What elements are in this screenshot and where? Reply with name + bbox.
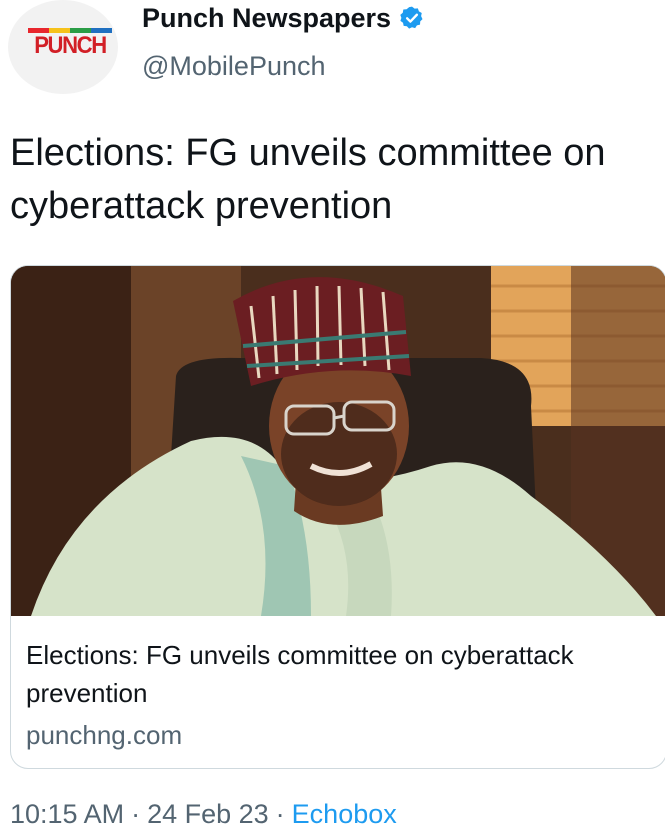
author-name-row[interactable]: Punch Newspapers — [142, 2, 425, 34]
link-card[interactable]: Elections: FG unveils committee on cyber… — [10, 265, 665, 769]
article-photo — [11, 266, 665, 616]
display-name[interactable]: Punch Newspapers — [142, 2, 391, 34]
tweet-time[interactable]: 10:15 AM — [10, 796, 124, 832]
card-title[interactable]: Elections: FG unveils committee on cyber… — [26, 636, 665, 712]
meta-separator: · — [131, 799, 141, 829]
avatar[interactable]: PUNCH — [8, 0, 118, 94]
author-handle[interactable]: @MobilePunch — [142, 50, 326, 82]
verified-badge-icon — [400, 6, 423, 29]
tweet-meta: 10:15 AM · 24 Feb 23 · Echobox — [10, 796, 397, 832]
meta-separator: · — [275, 799, 285, 829]
tweet-text: Elections: FG unveils committee on cyber… — [10, 132, 606, 227]
tweet-date[interactable]: 24 Feb 23 — [147, 796, 269, 832]
tweet-source-link[interactable]: Echobox — [292, 796, 397, 832]
punch-logo: PUNCH — [34, 32, 107, 59]
card-domain[interactable]: punchng.com — [26, 717, 182, 753]
card-image[interactable] — [11, 266, 665, 616]
